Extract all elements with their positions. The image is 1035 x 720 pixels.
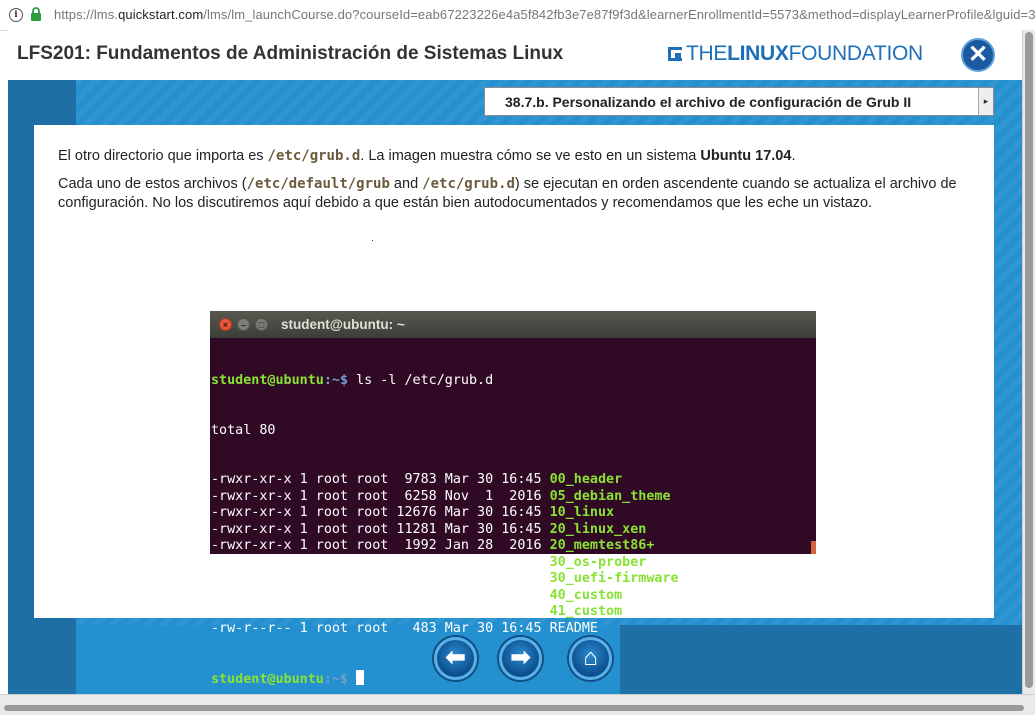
terminal-file-name: 00_header [549,472,623,487]
arrow-left-icon: ⬅ [445,644,466,671]
terminal-file-name: 20_memtest86+ [549,538,655,553]
address-bar[interactable]: i https://lms.quickstart.com/lms/lm_laun… [0,0,1035,31]
home-icon: ⌂ [583,644,598,671]
terminal-file-row: -rwxr-xr-x 1 root root 216 Mar 30 16:45 … [211,604,623,619]
terminal-file-name: 10_linux [549,505,615,520]
linux-foundation-logo: THELINUXFOUNDATION [668,42,923,66]
terminal-file-name: 05_debian_theme [549,488,671,504]
next-page-button[interactable]: ➡ [499,637,542,680]
terminal-maximize-icon: □ [255,318,268,331]
terminal-title: student@ubuntu: ~ [281,317,405,332]
paragraph-2: Cada uno de estos archivos (/etc/default… [58,176,957,211]
terminal-close-icon: × [219,318,232,331]
topic-selected-label: 38.7.b. Personalizando el archivo de con… [505,94,912,110]
terminal-file-name: README [549,620,598,636]
terminal-file-row: -rwxr-xr-x 1 root root 12676 Mar 30 16:4… [211,505,615,520]
horizontal-scrollbar[interactable] [0,694,1035,715]
info-icon[interactable]: i [9,8,23,22]
close-course-button[interactable]: ✕ [961,38,995,72]
terminal-file-row: -rwxr-xr-x 1 root root 9783 Mar 30 16:45… [211,472,623,487]
previous-page-button[interactable]: ⬅ [434,637,477,680]
terminal-file-row: -rwxr-xr-x 1 root root 12059 Mar 30 16:4… [211,554,647,570]
lock-icon [31,7,41,21]
paragraph-1: El otro directorio que importa es /etc/g… [58,148,796,164]
course-frame: 38.7.b. Personalizando el archivo de con… [8,80,1022,694]
terminal-titlebar: × – □ student@ubuntu: ~ [210,311,816,338]
terminal-file-row: -rwxr-xr-x 1 root root 6258 Nov 1 2016 0… [211,488,671,504]
lesson-content: El otro directorio que importa es /etc/g… [34,125,994,687]
home-button[interactable]: ⌂ [569,637,612,680]
terminal-file-row: -rwxr-xr-x 1 root root 214 Mar 30 16:45 … [211,587,623,603]
course-header: LFS201: Fundamentos de Administración de… [8,30,1022,80]
terminal-file-name: 20_linux_xen [549,521,647,537]
terminal-minimize-icon: – [237,318,250,331]
terminal-file-name: 41_custom [549,604,623,619]
topic-select[interactable]: 38.7.b. Personalizando el archivo de con… [484,87,994,116]
course-title: LFS201: Fundamentos de Administración de… [17,43,564,64]
vertical-scrollbar[interactable] [1022,30,1035,694]
linux-foundation-mark-icon [668,47,682,61]
terminal-file-row: -rwxr-xr-x 1 root root 11281 Mar 30 16:4… [211,521,647,537]
terminal-file-name: 30_uefi-firmware [549,571,679,586]
terminal-total-line: total 80 [211,422,276,438]
dropdown-arrow-icon[interactable]: ▸ [978,88,993,115]
terminal-cursor [356,670,365,685]
terminal-command-line: student@ubuntu:~$ ls -l /etc/grub.d [211,373,494,388]
terminal-file-name: 30_os-prober [549,554,647,570]
url-text[interactable]: https://lms.quickstart.com/lms/lm_launch… [54,7,1035,22]
terminal-screenshot: × – □ student@ubuntu: ~ student@ubuntu:~… [210,311,816,687]
terminal-file-row: -rw-r--r-- 1 root root 483 Mar 30 16:45 … [211,620,598,636]
terminal-file-row: -rwxr-xr-x 1 root root 1418 Mar 30 16:45… [211,571,679,586]
terminal-file-row: -rwxr-xr-x 1 root root 1992 Jan 28 2016 … [211,538,655,553]
arrow-right-icon: ➡ [510,644,531,671]
terminal-file-name: 40_custom [549,587,623,603]
